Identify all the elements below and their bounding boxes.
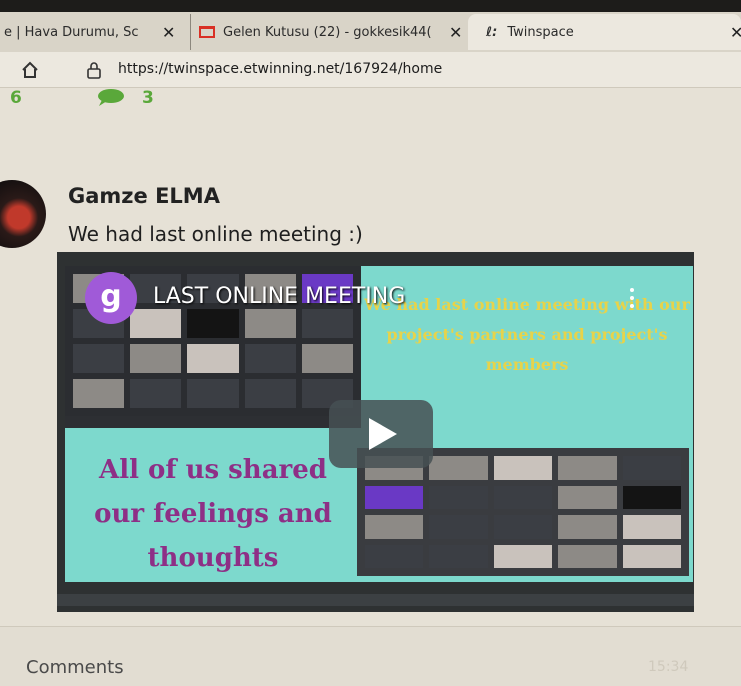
tab-title: e | Hava Durumu, Sc bbox=[4, 24, 139, 40]
comments-count: 3 bbox=[142, 88, 154, 108]
url-field[interactable]: https://twinspace.etwinning.net/167924/h… bbox=[118, 61, 442, 77]
participant-tile bbox=[244, 344, 296, 373]
participant-tile bbox=[244, 379, 296, 408]
participant-tile bbox=[187, 379, 239, 408]
close-icon[interactable]: ✕ bbox=[730, 23, 741, 42]
participant-tile bbox=[429, 485, 488, 509]
participant-tile bbox=[73, 379, 125, 408]
participant-tile bbox=[622, 515, 681, 539]
participant-tile bbox=[558, 485, 617, 509]
participant-tile bbox=[365, 515, 424, 539]
channel-avatar[interactable]: g bbox=[85, 272, 137, 324]
tab-title: Twinspace bbox=[507, 24, 574, 40]
participant-tile bbox=[429, 515, 488, 539]
post-author[interactable]: Gamze ELMA bbox=[68, 184, 220, 208]
slide-bottom-left: All of us shared our feelings and though… bbox=[65, 428, 361, 582]
avatar[interactable] bbox=[0, 180, 46, 248]
participant-tile bbox=[493, 456, 553, 480]
close-icon[interactable]: ✕ bbox=[162, 23, 175, 42]
participant-tile bbox=[73, 344, 125, 373]
home-icon[interactable] bbox=[20, 60, 40, 80]
participant-tile bbox=[130, 379, 182, 408]
likes-count: 6 bbox=[10, 88, 22, 108]
comments-label[interactable]: Comments bbox=[26, 657, 124, 678]
address-bar: https://twinspace.etwinning.net/167924/h… bbox=[0, 52, 741, 88]
participant-tile bbox=[558, 544, 617, 568]
participant-tile bbox=[365, 485, 424, 509]
participant-tile bbox=[622, 456, 681, 480]
video-progress-bar[interactable] bbox=[57, 594, 694, 606]
participant-tile bbox=[493, 544, 553, 568]
video-title[interactable]: LAST ONLINE MEETING bbox=[153, 284, 405, 309]
more-options-icon[interactable] bbox=[630, 288, 636, 312]
participant-tile bbox=[558, 515, 617, 539]
participant-tile bbox=[301, 309, 353, 338]
comment-bubble-icon bbox=[98, 89, 124, 106]
participant-tile bbox=[622, 485, 681, 509]
lock-icon[interactable] bbox=[86, 61, 102, 79]
participant-tile bbox=[301, 344, 353, 373]
participant-tile bbox=[187, 344, 239, 373]
tab-gmail[interactable]: Gelen Kutusu (22) - gokkesik44( ✕ bbox=[190, 14, 468, 50]
participant-tile bbox=[429, 456, 488, 480]
twinspace-icon: ℓ: bbox=[486, 24, 498, 40]
tab-weather[interactable]: e | Hava Durumu, Sc ✕ bbox=[0, 14, 190, 50]
participant-tile bbox=[130, 344, 182, 373]
play-button[interactable] bbox=[329, 400, 433, 468]
slide-heading: All of us shared our feelings and though… bbox=[94, 455, 332, 573]
tab-bar: e | Hava Durumu, Sc ✕ Gelen Kutusu (22) … bbox=[0, 0, 741, 52]
gmail-icon bbox=[199, 26, 215, 38]
tab-title: Gelen Kutusu (22) - gokkesik44( bbox=[223, 24, 432, 40]
participant-tile bbox=[365, 544, 424, 568]
participant-tile bbox=[244, 309, 296, 338]
close-icon[interactable]: ✕ bbox=[449, 23, 462, 42]
participant-tile bbox=[130, 309, 182, 338]
participant-tile bbox=[429, 544, 488, 568]
post-text: We had last online meeting :) bbox=[68, 222, 363, 246]
clock-time: 15:34 bbox=[648, 659, 689, 675]
participant-tile bbox=[493, 515, 553, 539]
page-content: 6 3 Gamze ELMA We had last online meetin… bbox=[0, 88, 741, 686]
participant-tile bbox=[493, 485, 553, 509]
participant-tile bbox=[558, 456, 617, 480]
video-player[interactable]: We had last online meeting with our proj… bbox=[57, 252, 694, 612]
tab-twinspace[interactable]: ℓ: Twinspace ✕ bbox=[468, 14, 741, 50]
participant-tile bbox=[187, 309, 239, 338]
comments-section: Comments 15:34 bbox=[0, 626, 741, 686]
participant-tile bbox=[622, 544, 681, 568]
slide-caption: We had last online meeting with our proj… bbox=[364, 295, 690, 374]
